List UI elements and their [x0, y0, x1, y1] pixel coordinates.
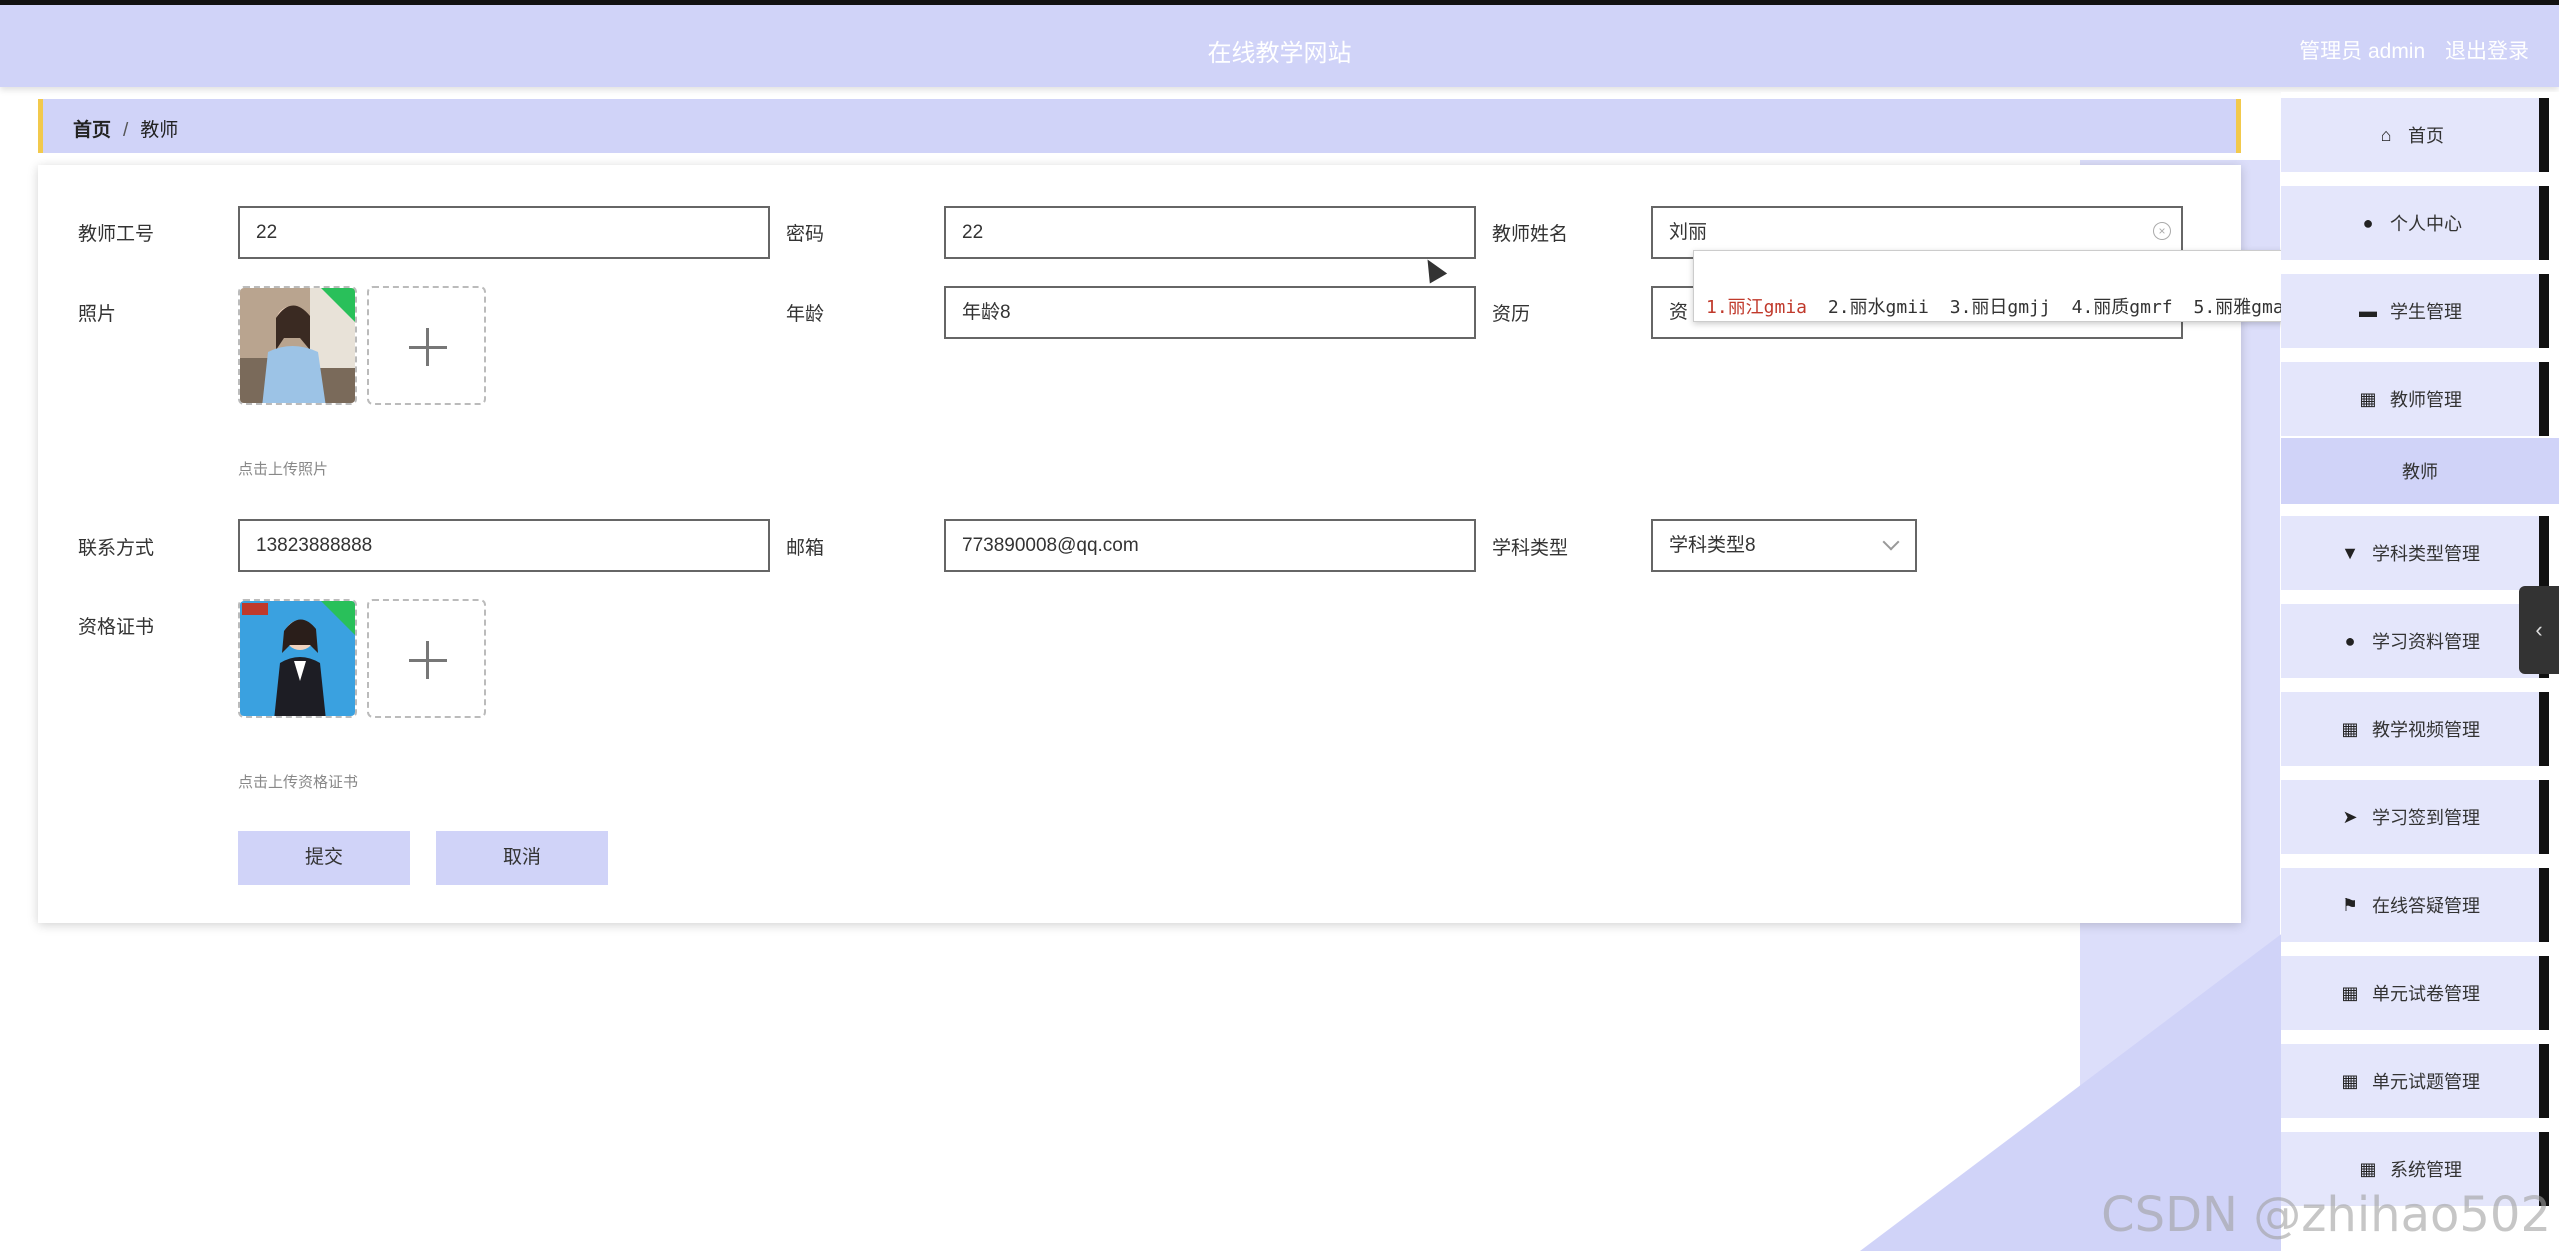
chevron-down-icon [1882, 533, 1900, 551]
photo-thumbnail[interactable] [238, 286, 357, 405]
certificate-upload-hint: 点击上传资格证书 [238, 774, 359, 791]
sidebar-item-checkin[interactable]: ➤ 学习签到管理 [2281, 780, 2549, 854]
subject-type-value: 学科类型8 [1669, 535, 1756, 556]
contact-label: 联系方式 [78, 538, 155, 559]
sidebar-item-unit-questions[interactable]: ▦ 单元试题管理 [2281, 1044, 2549, 1118]
teacher-id-input[interactable]: 22 [238, 206, 770, 259]
contact-input[interactable]: 13823888888 [238, 519, 770, 572]
sidebar-item-label: 教师管理 [2390, 390, 2462, 410]
age-input[interactable]: 年龄8 [944, 286, 1476, 339]
grid-icon: ▦ [2341, 982, 2359, 1003]
email-input[interactable]: 773890008@qq.com [944, 519, 1476, 572]
sidebar-item-profile[interactable]: ● 个人中心 [2281, 186, 2549, 260]
sidebar-item-label: 学生管理 [2390, 302, 2462, 322]
user-area: 管理员 admin 退出登录 [2285, 35, 2529, 65]
ime-candidate-popup: ◂ ▸ 1.丽江gmia 2.丽水gmii 3.丽日gmjj 4.丽质gmrf … [1693, 250, 2343, 322]
teacher-name-label: 教师姓名 [1492, 224, 1569, 245]
breadcrumb-home-link[interactable]: 首页 [73, 120, 111, 141]
teacher-id-label: 教师工号 [78, 224, 155, 245]
uploaded-badge [321, 601, 355, 635]
flag-icon: ⚑ [2341, 894, 2359, 915]
site-title: 在线教学网站 [1207, 40, 1352, 67]
breadcrumb-separator: / [123, 120, 129, 141]
sidebar-item-label: 学习签到管理 [2372, 808, 2480, 828]
photo-upload-hint: 点击上传照片 [238, 461, 329, 478]
photo-upload-button[interactable] [367, 286, 486, 405]
ime-candidate[interactable]: 1.丽江gmia [1706, 297, 1807, 318]
paintbrush-icon: ▼ [2341, 542, 2359, 563]
breadcrumb-current: 教师 [140, 120, 179, 141]
password-input[interactable]: 22 [944, 206, 1476, 259]
user-role-label: 管理员 admin [2299, 40, 2426, 63]
certificate-label: 资格证书 [78, 617, 155, 638]
sidebar-item-teachers[interactable]: ▦ 教师管理 [2281, 362, 2549, 436]
teacher-name-value: 刘丽 [1669, 222, 1708, 243]
sidebar-item-label: 教学视频管理 [2372, 720, 2480, 740]
ime-candidate[interactable]: 4.丽质gmrf [2072, 297, 2173, 318]
sidebar-item-label: 单元试题管理 [2372, 1072, 2480, 1092]
sidebar-item-label: 学习资料管理 [2372, 632, 2480, 652]
sidebar-subitem-teacher[interactable]: 教师 [2281, 438, 2559, 504]
password-label: 密码 [786, 224, 825, 245]
home-icon: ⌂ [2380, 124, 2392, 145]
certificate-thumbnail[interactable] [238, 599, 357, 718]
education-label: 资历 [1492, 304, 1531, 325]
chevron-left-icon[interactable]: ‹ [2519, 586, 2559, 674]
cancel-button[interactable]: 取消 [436, 831, 608, 885]
top-header: 在线教学网站 管理员 admin 退出登录 [0, 0, 2559, 87]
certificate-upload-button[interactable] [367, 599, 486, 718]
grid-icon: ▦ [2341, 1070, 2359, 1091]
age-label: 年龄 [786, 304, 825, 325]
uploaded-badge [321, 288, 355, 322]
sidebar-item-label: 首页 [2408, 126, 2444, 146]
sidebar: ⌂ 首页 ● 个人中心 ▬ 学生管理 ▦ 教师管理 教师 ▼ 学科类型管理 ● … [2281, 92, 2559, 1251]
sidebar-item-materials[interactable]: ● 学习资料管理 [2281, 604, 2549, 678]
grid-icon: ▦ [2359, 388, 2377, 409]
sidebar-item-videos[interactable]: ▦ 教学视频管理 [2281, 692, 2549, 766]
subject-type-label: 学科类型 [1492, 538, 1569, 559]
sidebar-item-label: 个人中心 [2390, 214, 2462, 234]
grid-icon: ▦ [2341, 718, 2359, 739]
sidebar-item-subject-types[interactable]: ▼ 学科类型管理 [2281, 516, 2549, 590]
submit-button[interactable]: 提交 [238, 831, 410, 885]
grid-icon: ▦ [2359, 1158, 2377, 1179]
logout-link[interactable]: 退出登录 [2445, 40, 2529, 63]
subject-type-select[interactable]: 学科类型8 [1651, 519, 1917, 572]
sidebar-item-label: 单元试卷管理 [2372, 984, 2480, 1004]
sidebar-item-label: 在线答疑管理 [2372, 896, 2480, 916]
sidebar-item-qa[interactable]: ⚑ 在线答疑管理 [2281, 868, 2549, 942]
sidebar-item-home[interactable]: ⌂ 首页 [2281, 98, 2549, 172]
paper-plane-icon: ➤ [2342, 806, 2358, 827]
breadcrumb: 首页 / 教师 [38, 99, 2241, 153]
sidebar-item-label: 系统管理 [2390, 1160, 2462, 1180]
logo-badge [242, 603, 268, 615]
user-icon: ● [2362, 212, 2374, 233]
email-label: 邮箱 [786, 538, 825, 559]
sidebar-item-label: 学科类型管理 [2372, 544, 2480, 564]
ime-candidate[interactable]: 5.丽雅gmah [2194, 297, 2295, 318]
ime-candidate[interactable]: 3.丽日gmjj [1950, 297, 2051, 318]
clear-icon[interactable]: × [2153, 222, 2171, 240]
sidebar-item-students[interactable]: ▬ 学生管理 [2281, 274, 2549, 348]
watermark: CSDN @zhihao502 [2101, 1187, 2551, 1243]
sidebar-item-unit-papers[interactable]: ▦ 单元试卷管理 [2281, 956, 2549, 1030]
ime-candidate[interactable]: 2.丽水gmii [1828, 297, 1929, 318]
chair-icon: ▬ [2359, 300, 2377, 321]
user-tie-icon: ● [2344, 630, 2356, 651]
photo-label: 照片 [78, 304, 117, 325]
